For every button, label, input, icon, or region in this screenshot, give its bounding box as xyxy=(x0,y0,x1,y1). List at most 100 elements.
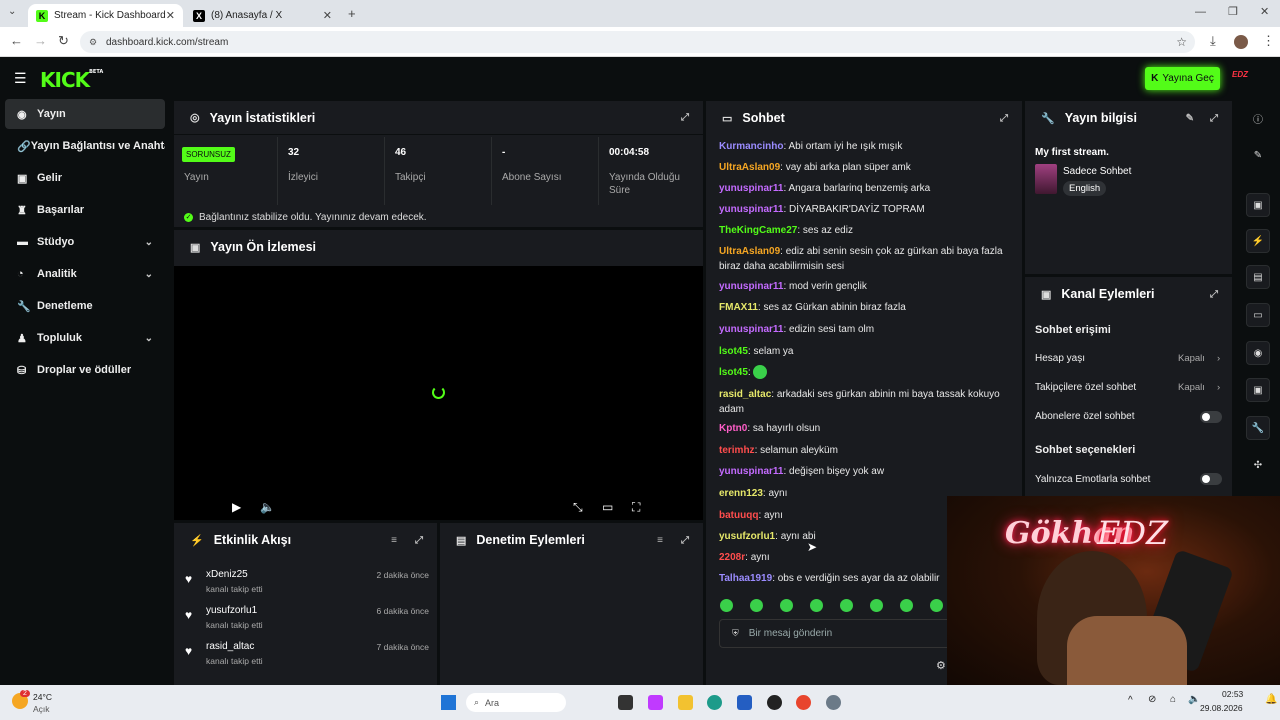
panel-document-icon[interactable]: ▤ xyxy=(1246,265,1270,289)
sidebar-item-topluluk[interactable]: ♟ Topluluk ⌄ xyxy=(5,323,165,353)
edge-icon[interactable] xyxy=(707,695,722,710)
back-icon[interactable]: ← xyxy=(10,33,23,48)
chat-username[interactable]: 2208r xyxy=(719,552,745,563)
edit-icon[interactable]: ✎ xyxy=(1246,143,1270,167)
tray-chevron-icon[interactable]: ^ xyxy=(1128,695,1133,706)
chat-username[interactable]: Talhaa1919 xyxy=(719,573,772,584)
settings-icon[interactable] xyxy=(826,695,841,710)
panel-channel-icon[interactable]: ▣ xyxy=(1246,378,1270,402)
account-age-row[interactable]: Hesap yaşı Kapalı › xyxy=(1035,353,1225,364)
chat-username[interactable]: rasid_altac xyxy=(719,389,771,400)
browser-profile-avatar[interactable] xyxy=(1234,35,1248,49)
tab-list-icon[interactable]: ⌄ xyxy=(8,6,16,17)
chrome-icon[interactable] xyxy=(796,695,811,710)
chat-username[interactable]: Kurmancinho xyxy=(719,141,783,152)
expand-icon[interactable]: ⤢ xyxy=(415,535,423,546)
sidebar-item-stream-key[interactable]: 🔗 Yayın Bağlantısı ve Anahtarı xyxy=(5,131,165,161)
chat-username[interactable]: UltraAslan09 xyxy=(719,246,780,257)
tray-app-icon[interactable]: ⊘ xyxy=(1148,694,1156,705)
expand-icon[interactable]: ⤢ xyxy=(1210,113,1218,124)
emote-icon[interactable] xyxy=(780,599,793,612)
kick-logo[interactable]: KICKBETA xyxy=(40,68,103,92)
new-tab-icon[interactable]: + xyxy=(348,6,356,21)
chat-username[interactable]: yunuspinar11 xyxy=(719,183,783,194)
emote-icon[interactable] xyxy=(840,599,853,612)
sidebar-item-basarilar[interactable]: ♜ Başarılar xyxy=(5,195,165,225)
activity-user[interactable]: rasid_altac xyxy=(206,641,254,652)
panel-radio-icon[interactable]: ◉ xyxy=(1246,341,1270,365)
task-view-icon[interactable] xyxy=(618,695,633,710)
chat-username[interactable]: yunuspinar11 xyxy=(719,324,783,335)
activity-user[interactable]: xDeniz25 xyxy=(206,569,248,580)
bookmark-star-icon[interactable]: ☆ xyxy=(1176,35,1187,49)
chat-username[interactable]: lsot45 xyxy=(719,367,748,378)
forward-icon[interactable]: → xyxy=(34,33,47,48)
minimize-icon[interactable]: — xyxy=(1195,6,1206,18)
chat-input[interactable]: ⛨ Bir mesaj gönderin xyxy=(719,619,955,648)
profile-avatar[interactable]: EDZ xyxy=(1232,70,1254,86)
activity-user[interactable]: yusufzorlu1 xyxy=(206,605,257,616)
notification-bell-icon[interactable]: 🔔 xyxy=(1265,694,1277,705)
panel-chat-icon[interactable]: ▭ xyxy=(1246,303,1270,327)
chat-settings-gear-icon[interactable]: ⚙ xyxy=(936,659,946,672)
browser-menu-icon[interactable]: ⋮ xyxy=(1262,33,1275,49)
emote-icon[interactable] xyxy=(720,599,733,612)
chat-username[interactable]: yunuspinar11 xyxy=(719,281,783,292)
close-window-icon[interactable]: ✕ xyxy=(1260,5,1269,18)
info-icon[interactable]: ⓘ xyxy=(1246,106,1270,130)
emote-icon[interactable] xyxy=(810,599,823,612)
chat-username[interactable]: yunuspinar11 xyxy=(719,204,783,215)
panel-lightning-icon[interactable]: ⚡ xyxy=(1246,229,1270,253)
pip-icon[interactable]: ⤡ xyxy=(573,500,583,515)
emote-icon[interactable] xyxy=(930,599,943,612)
taskbar-search[interactable]: ⌕ Ara xyxy=(466,693,566,712)
panel-puzzle-icon[interactable]: ✣ xyxy=(1246,453,1270,477)
panel-video-icon[interactable]: ▣ xyxy=(1246,193,1270,217)
edit-icon[interactable]: ✎ xyxy=(1186,113,1194,124)
expand-icon[interactable]: ⤢ xyxy=(1210,289,1218,300)
chat-username[interactable]: Kptn0 xyxy=(719,423,747,434)
subscribers-only-toggle[interactable] xyxy=(1200,411,1222,423)
chat-username[interactable]: terimhz xyxy=(719,445,755,456)
fullscreen-icon[interactable]: ⛶ xyxy=(632,500,640,515)
sidebar-item-studyo[interactable]: ▬ Stüdyo ⌄ xyxy=(5,227,165,257)
tab-x[interactable]: X (8) Anasayfa / X ✕ xyxy=(185,4,340,27)
close-tab-icon[interactable]: ✕ xyxy=(166,9,175,22)
emote-icon[interactable] xyxy=(750,599,763,612)
copilot-icon[interactable] xyxy=(648,695,663,710)
chat-username[interactable]: batuuqq xyxy=(719,510,758,521)
download-icon[interactable]: ⤓ xyxy=(1210,33,1216,49)
emote-only-toggle[interactable] xyxy=(1200,473,1222,485)
sidebar-item-yayin[interactable]: ◉ Yayın xyxy=(5,99,165,129)
file-explorer-icon[interactable] xyxy=(678,695,693,710)
emote-icon[interactable] xyxy=(870,599,883,612)
chat-username[interactable]: lsot45 xyxy=(719,346,748,357)
sidebar-item-droplar[interactable]: ⛁ Droplar ve ödüller xyxy=(5,355,165,385)
obs-icon[interactable] xyxy=(767,695,782,710)
address-bar[interactable]: ⚙ dashboard.kick.com/stream ☆ xyxy=(80,31,1195,53)
wifi-icon[interactable]: ⌂ xyxy=(1170,694,1176,705)
maximize-icon[interactable]: ❐ xyxy=(1228,5,1238,18)
expand-icon[interactable]: ⤢ xyxy=(681,112,689,123)
chat-username[interactable]: FMAX11 xyxy=(719,302,758,313)
chat-username[interactable]: erenn123 xyxy=(719,488,763,499)
chat-username[interactable]: TheKingCame27 xyxy=(719,225,797,236)
sidebar-item-analitik[interactable]: ◔ Analitik ⌄ xyxy=(5,259,165,289)
expand-icon[interactable]: ⤢ xyxy=(1000,113,1008,124)
filter-icon[interactable]: ≡ xyxy=(391,535,397,546)
chat-username[interactable]: yunuspinar11 xyxy=(719,466,783,477)
filter-icon[interactable]: ≡ xyxy=(657,535,663,546)
reload-icon[interactable]: ↻ xyxy=(58,33,69,49)
windows-start-icon[interactable] xyxy=(441,695,456,710)
play-icon[interactable]: ▶ xyxy=(232,500,241,514)
tab-kick-dashboard[interactable]: K Stream - Kick Dashboard ✕ xyxy=(28,4,183,27)
sidebar-item-gelir[interactable]: ▣ Gelir xyxy=(5,163,165,193)
close-tab-icon[interactable]: ✕ xyxy=(323,9,332,22)
theater-mode-icon[interactable]: ▭ xyxy=(602,500,613,514)
chat-username[interactable]: yusufzorlu1 xyxy=(719,531,775,542)
site-info-icon[interactable]: ⚙ xyxy=(89,37,97,48)
sidebar-item-denetleme[interactable]: 🔧 Denetleme xyxy=(5,291,165,321)
hamburger-menu-icon[interactable]: ☰ xyxy=(14,70,27,87)
volume-icon[interactable]: 🔈 xyxy=(260,500,275,514)
store-icon[interactable] xyxy=(737,695,752,710)
